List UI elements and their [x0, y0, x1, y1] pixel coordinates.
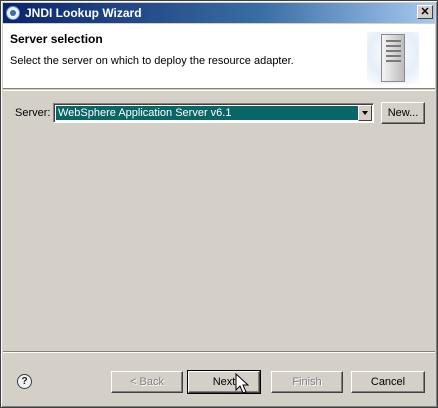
next-button[interactable]: Next [187, 370, 261, 394]
wizard-app-icon [6, 6, 20, 20]
chevron-down-icon[interactable] [358, 105, 372, 121]
window-title: JNDI Lookup Wizard [25, 6, 142, 20]
finish-button[interactable]: Finish [271, 371, 343, 393]
cancel-button[interactable]: Cancel [351, 371, 425, 393]
page-description: Select the server on which to deploy the… [10, 55, 294, 67]
new-server-button[interactable]: New... [381, 102, 425, 124]
page-title: Server selection [10, 32, 103, 46]
close-button[interactable]: ✕ [417, 5, 433, 19]
server-selected-value[interactable]: WebSphere Application Server v6.1 [56, 106, 360, 120]
title-bar[interactable]: JNDI Lookup Wizard ✕ [3, 3, 435, 23]
footer-divider-highlight [3, 352, 435, 353]
wizard-banner: Server selection Select the server on wh… [3, 24, 435, 89]
server-combobox[interactable]: WebSphere Application Server v6.1 [53, 103, 374, 123]
wizard-content [3, 91, 435, 351]
server-label: Server: [15, 107, 51, 119]
server-tower-icon [367, 32, 419, 84]
mouse-pointer-icon [235, 373, 249, 394]
back-button[interactable]: < Back [111, 371, 183, 393]
dialog-window: JNDI Lookup Wizard ✕ Server selection Se… [0, 0, 438, 408]
help-icon[interactable]: ? [17, 374, 32, 389]
